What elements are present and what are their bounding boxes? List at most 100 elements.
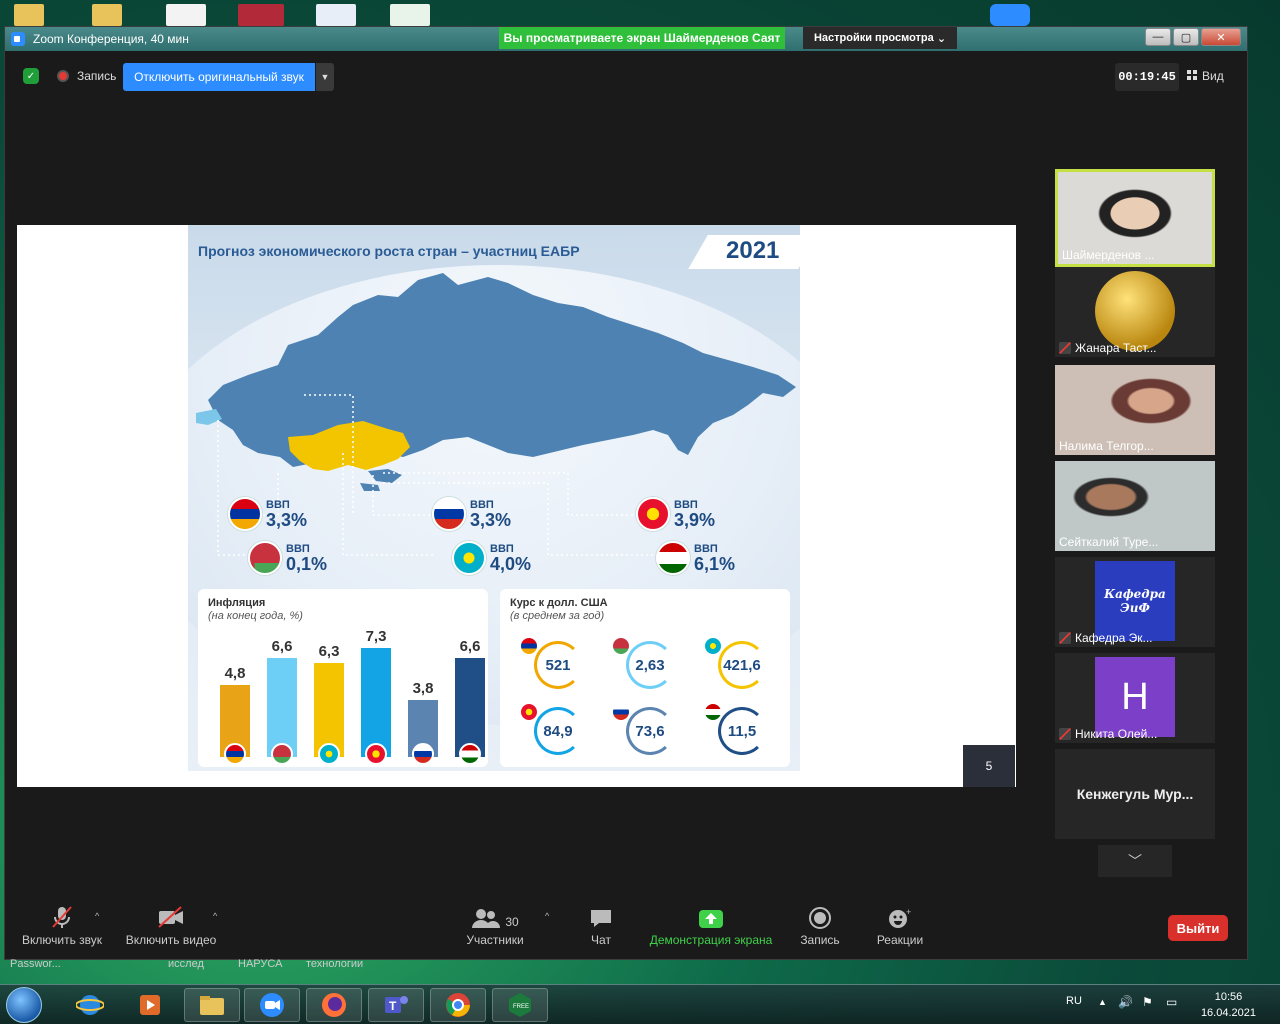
chat-label: Чат xyxy=(591,933,611,947)
gdp-kazakhstan: ВВП 4,0% xyxy=(452,541,531,575)
participant-tile[interactable]: Шаймерденов ... xyxy=(1055,169,1215,267)
gdp-label: ВВП xyxy=(266,498,290,511)
record-indicator-icon[interactable] xyxy=(57,70,69,82)
internet-explorer-icon[interactable] xyxy=(62,988,118,1022)
folder-icon[interactable] xyxy=(92,4,122,26)
gdp-value: 6,1% xyxy=(694,553,736,574)
zoom-taskbar-icon[interactable] xyxy=(244,988,300,1022)
participant-tile[interactable]: Кенжегуль Мур... xyxy=(1055,749,1215,839)
chat-button[interactable]: Чат xyxy=(581,905,621,947)
file-explorer-icon[interactable] xyxy=(184,988,240,1022)
title-bar: Zoom Конференция, 40 мин Вы просматривае… xyxy=(5,27,1247,51)
chevron-up-icon[interactable]: ^ xyxy=(545,911,549,921)
svg-text:FREE: FREE xyxy=(513,1004,529,1010)
word-document-icon[interactable] xyxy=(316,4,356,26)
participant-name: Налима Телгор... xyxy=(1059,439,1154,453)
record-button[interactable]: Запись xyxy=(795,905,845,947)
exchange-rate-value: 11,5 xyxy=(718,707,766,755)
tajikistan-flag-icon xyxy=(704,703,722,721)
vpn-icon[interactable]: FREE xyxy=(492,988,548,1022)
reactions-label: Реакции xyxy=(876,933,924,947)
smiley-icon: + xyxy=(871,905,929,929)
kyrgyzstan-flag-icon xyxy=(365,743,387,765)
view-settings-button[interactable]: Настройки просмотра ⌄ xyxy=(803,27,957,49)
folder-icon[interactable] xyxy=(14,4,44,26)
scroll-down-button[interactable]: ﹀ xyxy=(1098,845,1172,877)
record-button-label: Запись xyxy=(800,933,840,947)
gdp-label: ВВП xyxy=(470,498,494,511)
participants-icon xyxy=(472,909,501,928)
share-screen-icon xyxy=(647,905,775,929)
muted-mic-icon xyxy=(1059,342,1071,354)
russia-flag-icon xyxy=(612,703,630,721)
participant-tile[interactable]: Налима Телгор... xyxy=(1055,365,1215,455)
participant-name: Кафедра Эк... xyxy=(1075,631,1153,645)
chevron-down-icon[interactable]: ▼ xyxy=(316,63,334,91)
grid-icon xyxy=(1187,70,1198,81)
gdp-kyrgyzstan: ВВП 3,9% xyxy=(636,497,715,531)
gdp-belarus: ВВП 0,1% xyxy=(248,541,327,575)
teams-icon[interactable]: T xyxy=(368,988,424,1022)
russia-flag-icon xyxy=(432,497,466,531)
shield-icon[interactable]: ✓ xyxy=(23,68,39,84)
view-label: Вид xyxy=(1202,69,1224,83)
avatar xyxy=(1095,271,1175,351)
excel-document-icon[interactable] xyxy=(390,4,430,26)
tajikistan-flag-icon xyxy=(459,743,481,765)
zoom-app-icon[interactable] xyxy=(990,4,1030,26)
chrome-icon[interactable] xyxy=(430,988,486,1022)
reactions-button[interactable]: + Реакции xyxy=(871,905,929,947)
volume-icon[interactable]: 🔊 xyxy=(1118,995,1133,1009)
gdp-value: 4,0% xyxy=(490,553,532,574)
firefox-icon[interactable] xyxy=(306,988,362,1022)
view-button[interactable]: Вид xyxy=(1187,69,1224,83)
clock[interactable]: 10:56 16.04.2021 xyxy=(1201,989,1256,1021)
participant-name: Кенжегуль Мур... xyxy=(1076,786,1194,802)
media-player-icon[interactable] xyxy=(122,988,178,1022)
minimize-button[interactable]: — xyxy=(1145,28,1171,46)
rate-title: Курс к долл. США xyxy=(510,597,608,609)
unmute-label: Включить звук xyxy=(21,933,103,947)
gdp-label: ВВП xyxy=(694,542,718,555)
network-icon[interactable]: ▭ xyxy=(1166,995,1177,1009)
leave-button[interactable]: Выйти xyxy=(1168,915,1228,941)
record-label[interactable]: Запись xyxy=(77,69,116,83)
desktop-icon-label[interactable]: Passwor... xyxy=(10,958,61,970)
unmute-button[interactable]: Включить звук xyxy=(19,905,105,947)
document-icon[interactable] xyxy=(166,4,206,26)
tray-expand-icon[interactable]: ▲ xyxy=(1098,997,1107,1007)
share-screen-button[interactable]: Демонстрация экрана xyxy=(647,905,775,947)
desktop-icon-label[interactable]: НАРУСА xyxy=(238,958,282,970)
participant-tile[interactable]: Кафедра ЭиФ Кафедра Эк... xyxy=(1055,557,1215,647)
archive-icon[interactable] xyxy=(238,4,284,26)
close-button[interactable]: ✕ xyxy=(1201,28,1241,46)
participant-tile[interactable]: Жанара Таст... xyxy=(1055,267,1215,357)
clock-time: 10:56 xyxy=(1214,991,1243,1003)
participant-tile[interactable]: Сейткалий Туре... xyxy=(1055,461,1215,551)
svg-text:T: T xyxy=(389,999,397,1013)
muted-mic-icon xyxy=(1059,632,1071,644)
infographic-year: 2021 xyxy=(726,237,780,264)
participants-button[interactable]: 30 Участники xyxy=(461,905,529,947)
chevron-up-icon[interactable]: ^ xyxy=(213,911,217,921)
chevron-up-icon[interactable]: ^ xyxy=(95,911,99,921)
inflation-subtitle: (на конец года, %) xyxy=(208,610,303,622)
original-sound-button[interactable]: Отключить оригинальный звук xyxy=(123,63,315,91)
muted-mic-icon xyxy=(1059,728,1071,740)
participant-tile[interactable]: H Никита Олей... xyxy=(1055,653,1215,743)
flag-icon[interactable]: ⚑ xyxy=(1142,995,1153,1009)
slide-page-number: 5 xyxy=(963,745,1015,787)
share-screen-label: Демонстрация экрана xyxy=(649,933,773,947)
kyrgyzstan-flag-icon xyxy=(636,497,670,531)
exchange-rate-value: 84,9 xyxy=(534,707,582,755)
windows-start-icon[interactable] xyxy=(6,987,42,1023)
desktop-icon-label[interactable]: исслед xyxy=(168,958,204,970)
language-indicator[interactable]: RU xyxy=(1066,995,1082,1007)
participants-count: 30 xyxy=(505,915,519,929)
meeting-timer: 00:19:45 xyxy=(1115,63,1179,91)
start-video-button[interactable]: Включить видео xyxy=(123,905,219,947)
maximize-button[interactable]: ▢ xyxy=(1173,28,1199,46)
participant-name: Никита Олей... xyxy=(1075,727,1158,741)
chevron-down-icon: ⌄ xyxy=(936,32,947,45)
desktop-icon-label[interactable]: технологии xyxy=(306,958,363,970)
